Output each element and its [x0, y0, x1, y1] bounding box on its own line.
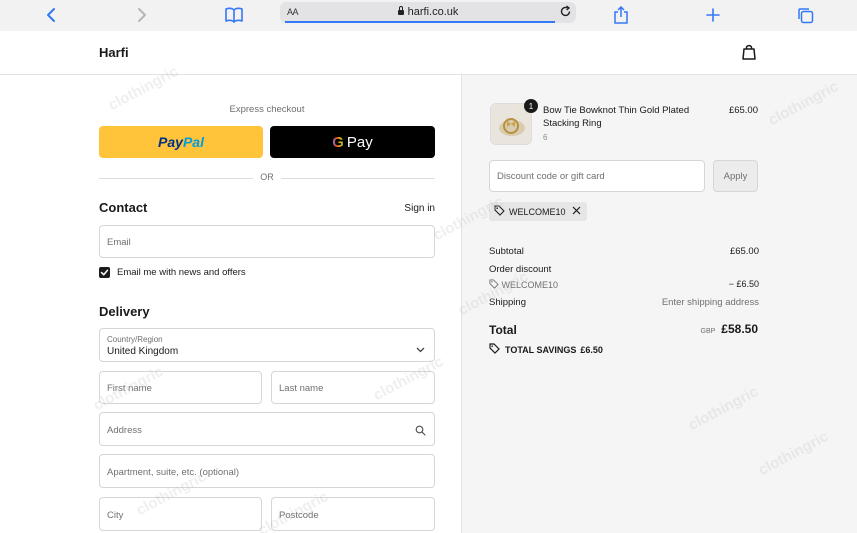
- store-logo[interactable]: Harfi: [99, 45, 129, 60]
- paypal-label-part1: Pay: [158, 134, 183, 150]
- discount-value: − £6.50: [728, 279, 759, 289]
- city-field[interactable]: City: [99, 497, 262, 531]
- cart-bag-icon[interactable]: [741, 43, 757, 66]
- currency-code: GBP: [700, 328, 716, 335]
- order-summary: 1 Bow Tie Bowknot Thin Gold Plated Stack…: [461, 75, 857, 533]
- country-label: Country/Region: [107, 335, 163, 344]
- google-pay-label: Pay: [346, 133, 373, 151]
- subtotal-label: Subtotal: [489, 246, 524, 257]
- browser-toolbar: AA harfi.co.uk: [0, 0, 857, 31]
- product-name: Bow Tie Bowknot Thin Gold Plated Stackin…: [543, 105, 690, 129]
- forward-icon[interactable]: [131, 4, 153, 26]
- newsletter-checkbox[interactable]: [99, 267, 110, 278]
- search-icon: [415, 423, 426, 441]
- or-divider-label: OR: [253, 172, 281, 182]
- total-value: £58.50: [721, 322, 758, 336]
- first-name-placeholder: First name: [107, 383, 152, 394]
- apply-button[interactable]: Apply: [713, 160, 758, 192]
- newsletter-label: Email me with news and offers: [117, 267, 246, 278]
- shipping-label: Shipping: [489, 297, 526, 308]
- google-g-icon: G: [332, 133, 344, 151]
- applied-discount-chip: WELCOME10: [489, 202, 587, 221]
- apartment-field[interactable]: Apartment, suite, etc. (optional): [99, 454, 435, 488]
- tag-icon: [489, 343, 500, 356]
- subtotal-value: £65.00: [729, 246, 759, 257]
- total-label: Total: [489, 323, 517, 337]
- paypal-label-part2: Pal: [182, 134, 204, 150]
- savings-label: TOTAL SAVINGS: [505, 344, 577, 355]
- share-icon[interactable]: [610, 4, 632, 26]
- remove-discount-icon[interactable]: [572, 206, 581, 217]
- discount-code-label: WELCOME10: [501, 280, 559, 290]
- postcode-placeholder: Postcode: [279, 510, 319, 521]
- google-pay-button[interactable]: G Pay: [270, 126, 435, 158]
- address-field[interactable]: Address: [99, 412, 435, 446]
- delivery-heading: Delivery: [99, 304, 150, 319]
- discount-code-field[interactable]: Discount code or gift card: [489, 160, 705, 192]
- email-placeholder: Email: [107, 237, 131, 248]
- paypal-button[interactable]: Pay Pal: [99, 126, 263, 158]
- lock-icon: [397, 6, 404, 15]
- order-discount-label: Order discount: [489, 264, 552, 275]
- discount-code-row: WELCOME10 − £6.50: [489, 279, 759, 290]
- email-field[interactable]: Email: [99, 225, 435, 258]
- discount-placeholder: Discount code or gift card: [497, 171, 605, 182]
- total-savings: TOTAL SAVINGS £6.50: [489, 343, 603, 356]
- product-variant: 6: [543, 133, 548, 142]
- back-icon[interactable]: [40, 4, 62, 26]
- country-value: United Kingdom: [107, 346, 179, 357]
- product-price: £65.00: [728, 105, 758, 116]
- store-header: Harfi: [0, 31, 857, 75]
- reload-icon[interactable]: [559, 5, 572, 23]
- shipping-row: Shipping Enter shipping address: [489, 297, 759, 308]
- url-text: harfi.co.uk: [407, 6, 459, 18]
- country-select[interactable]: Country/Region United Kingdom: [99, 328, 435, 362]
- bookmarks-icon[interactable]: [223, 4, 245, 26]
- new-tab-icon[interactable]: [702, 4, 724, 26]
- last-name-placeholder: Last name: [279, 383, 324, 394]
- quantity-badge: 1: [524, 99, 538, 113]
- savings-value: £6.50: [580, 344, 603, 355]
- order-discount-row: Order discount: [489, 264, 759, 275]
- newsletter-checkbox-row[interactable]: Email me with news and offers: [99, 267, 246, 278]
- total-value-group: GBP £58.50: [701, 322, 759, 336]
- postcode-field[interactable]: Postcode: [271, 497, 435, 531]
- chevron-down-icon: [416, 340, 425, 358]
- apartment-placeholder: Apartment, suite, etc. (optional): [107, 467, 240, 478]
- address-bar[interactable]: AA harfi.co.uk: [280, 2, 576, 23]
- shipping-value: Enter shipping address: [661, 297, 759, 308]
- first-name-field[interactable]: First name: [99, 371, 262, 404]
- tag-icon: [494, 205, 505, 218]
- express-checkout-label: Express checkout: [229, 104, 305, 115]
- tag-icon: [489, 279, 502, 290]
- page-load-progress: [285, 21, 555, 23]
- last-name-field[interactable]: Last name: [271, 371, 435, 404]
- address-placeholder: Address: [107, 425, 142, 436]
- contact-heading: Contact: [99, 200, 148, 215]
- applied-discount-code: WELCOME10: [509, 206, 566, 217]
- city-placeholder: City: [107, 510, 124, 521]
- subtotal-row: Subtotal £65.00: [489, 246, 759, 257]
- sign-in-link[interactable]: Sign in: [404, 203, 435, 214]
- tabs-overview-icon[interactable]: [794, 4, 816, 26]
